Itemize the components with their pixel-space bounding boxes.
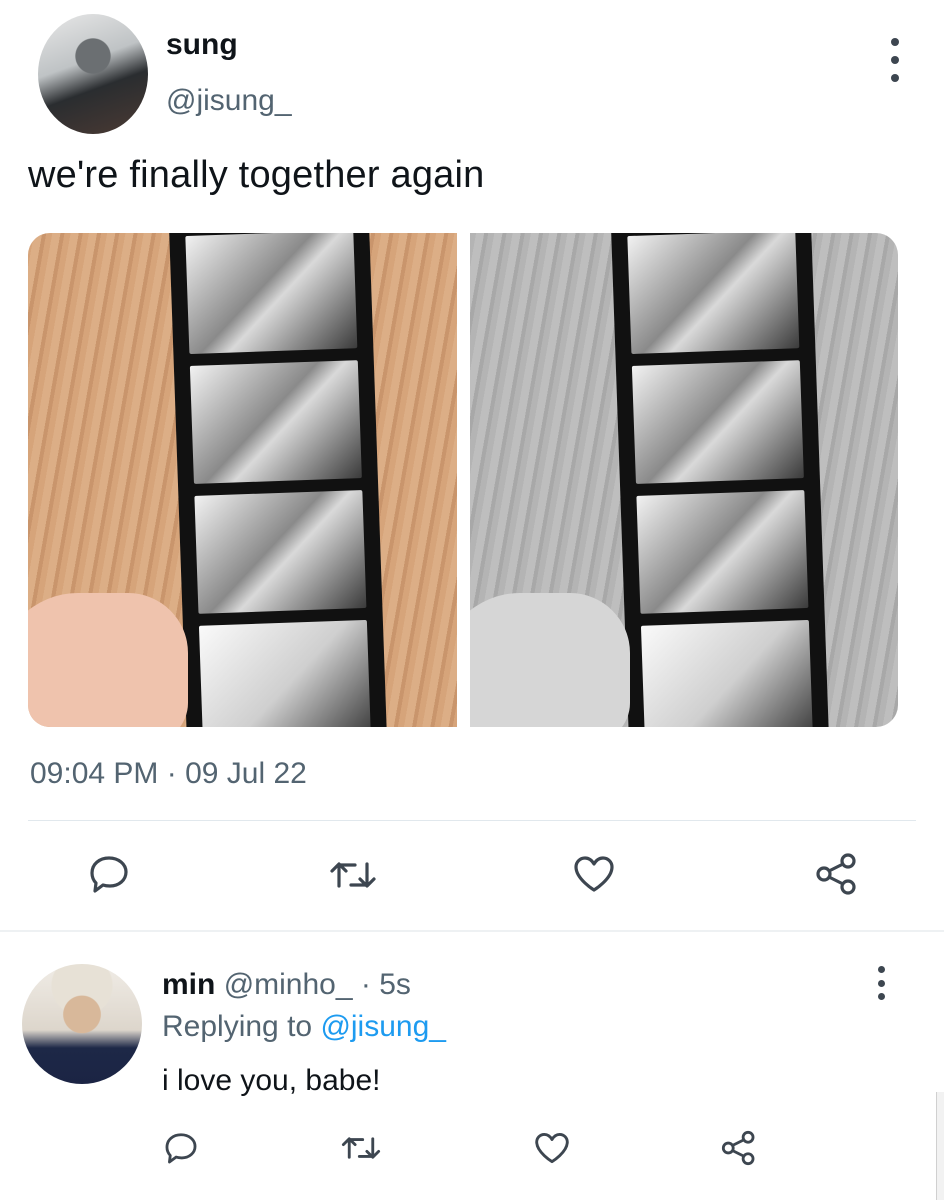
like-icon[interactable] — [572, 854, 616, 894]
user-handle[interactable]: @jisung_ — [166, 84, 292, 118]
photo-booth-strip-color-image[interactable] — [28, 233, 457, 727]
retweet-icon[interactable] — [328, 856, 378, 894]
main-tweet: sung @jisung_ we're finally together aga… — [0, 0, 944, 930]
reply-display-name[interactable]: min — [162, 968, 215, 1001]
divider — [0, 930, 944, 932]
reply-text: i love you, babe! — [162, 1064, 381, 1097]
divider — [28, 820, 916, 821]
like-icon[interactable] — [533, 1131, 571, 1165]
tweet-media[interactable] — [28, 233, 898, 727]
scrollbar[interactable] — [936, 1092, 944, 1200]
hand — [28, 593, 188, 727]
more-vertical-icon[interactable] — [888, 38, 902, 82]
display-name[interactable]: sung — [166, 28, 238, 62]
reply-icon[interactable] — [162, 1130, 200, 1166]
tweet-text: we're finally together again — [28, 154, 485, 196]
replying-to: Replying to @jisung_ — [162, 1010, 446, 1044]
retweet-icon[interactable] — [340, 1132, 382, 1164]
reply-time: · 5s — [360, 968, 411, 1001]
reply-handle[interactable]: @minho_ — [224, 968, 353, 1001]
photo-booth-strip-bw-image[interactable] — [469, 233, 898, 727]
replying-prefix: Replying to — [162, 1010, 313, 1043]
more-vertical-icon[interactable] — [874, 966, 888, 1000]
photo-strip — [168, 233, 388, 727]
reply-icon[interactable] — [86, 853, 132, 895]
timestamp[interactable]: 09:04 PM · 09 Jul 22 — [30, 757, 307, 791]
hand — [469, 593, 630, 727]
photo-strip — [610, 233, 829, 727]
reply-author[interactable]: min @minho_ · 5s — [162, 968, 411, 1002]
share-icon[interactable] — [814, 852, 860, 896]
avatar[interactable] — [22, 964, 142, 1084]
mention-link[interactable]: @jisung_ — [320, 1010, 446, 1043]
avatar[interactable] — [38, 14, 148, 134]
share-icon[interactable] — [720, 1129, 758, 1167]
